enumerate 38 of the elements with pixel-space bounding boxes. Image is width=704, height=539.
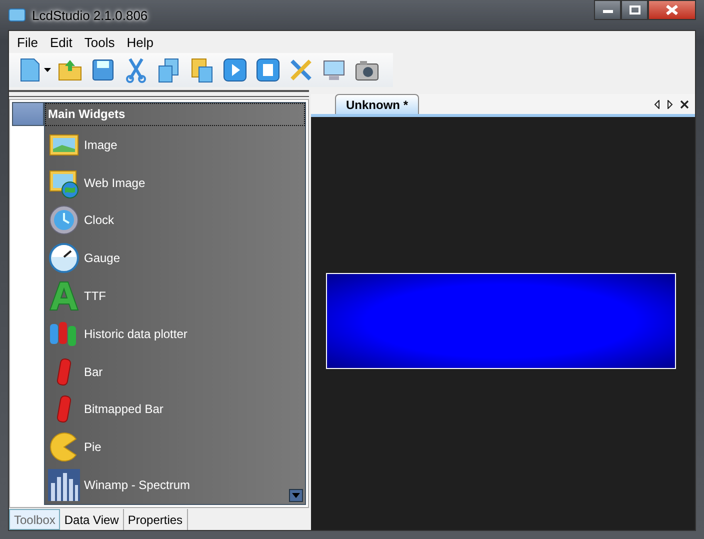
- play-icon: [220, 56, 248, 84]
- clock-icon: [48, 204, 80, 236]
- close-icon: [665, 5, 679, 15]
- document-tab[interactable]: Unknown *: [335, 94, 419, 114]
- widget-item[interactable]: Image: [45, 126, 305, 164]
- widget-item[interactable]: Clock: [45, 202, 305, 240]
- menu-item[interactable]: Edit: [44, 34, 78, 50]
- panel-tab[interactable]: Data View: [60, 509, 124, 530]
- scroll-left-icon[interactable]: [654, 100, 660, 108]
- spectrum-icon: [48, 469, 80, 502]
- window-app-icon: [8, 7, 26, 23]
- stop-icon: [254, 56, 282, 84]
- panel-grip[interactable]: [9, 90, 309, 97]
- window-title: LcdStudio 2.1.0.806: [32, 8, 148, 22]
- panel-tab[interactable]: Toolbox: [9, 509, 60, 530]
- gauge-icon: [48, 242, 80, 274]
- scroll-down-button[interactable]: [289, 489, 303, 502]
- widget-item[interactable]: Historic data plotter: [45, 314, 305, 353]
- widget-item[interactable]: Gauge: [45, 239, 305, 278]
- scroll-right-icon[interactable]: [667, 100, 673, 108]
- widget-item[interactable]: Bar: [45, 352, 305, 391]
- menu-item[interactable]: File: [11, 34, 44, 50]
- close-icon[interactable]: [680, 100, 689, 108]
- menu-item[interactable]: Help: [120, 34, 160, 50]
- widget-item[interactable]: Pie: [45, 428, 305, 466]
- down-arrow-icon: [292, 493, 300, 498]
- maximize-button[interactable]: [621, 0, 648, 20]
- widget-item[interactable]: Web Image: [45, 164, 305, 202]
- menu-item[interactable]: Tools: [78, 34, 121, 50]
- minimize-button[interactable]: [594, 0, 621, 20]
- widget-item[interactable]: Winamp - Spectrum: [45, 466, 305, 504]
- group-header[interactable]: Main Widgets: [45, 103, 305, 126]
- panel-tab[interactable]: Properties: [124, 509, 188, 530]
- widget-item[interactable]: Bitmapped Bar: [45, 390, 305, 428]
- maximize-icon: [628, 5, 640, 15]
- dropdown-arrow-icon[interactable]: [44, 68, 51, 72]
- close-button[interactable]: [648, 0, 696, 20]
- widget-item[interactable]: TTF: [45, 277, 305, 315]
